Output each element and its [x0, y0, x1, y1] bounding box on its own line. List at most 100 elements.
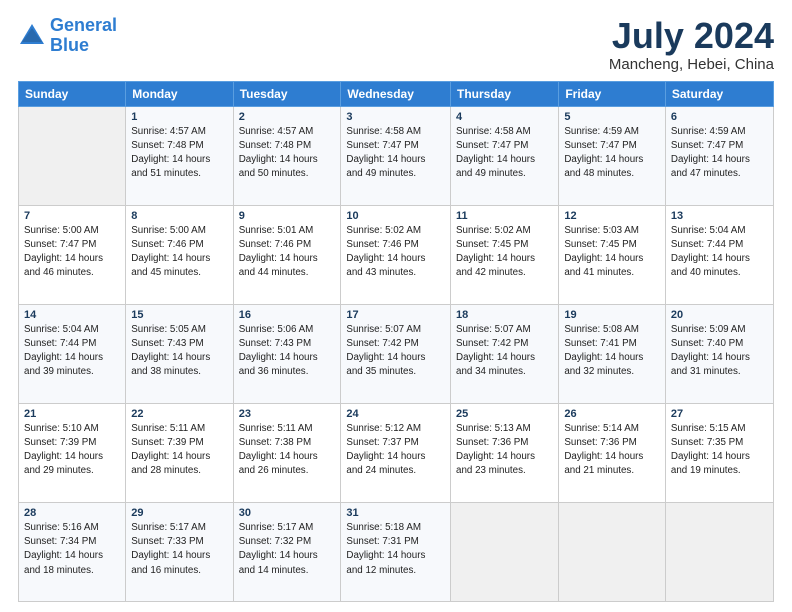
calendar-cell: 8 Sunrise: 5:00 AM Sunset: 7:46 PM Daylig… — [126, 205, 233, 304]
day-info: Sunrise: 5:07 AM Sunset: 7:42 PM Dayligh… — [456, 323, 553, 380]
weekday-header-thursday: Thursday — [451, 81, 559, 106]
day-number: 31 — [346, 507, 445, 519]
day-number: 19 — [564, 309, 660, 321]
day-number: 10 — [346, 210, 445, 222]
calendar-cell: 10Sunrise: 5:02 AM Sunset: 7:46 PM Dayli… — [341, 205, 451, 304]
calendar-cell: 22 Sunrise: 5:11 AM Sunset: 7:39 PM Dayli… — [126, 403, 233, 502]
calendar-table: SundayMondayTuesdayWednesdayThursdayFrid… — [18, 81, 774, 602]
day-info: Sunrise: 5:13 AM Sunset: 7:36 PM Dayligh… — [456, 422, 553, 479]
day-number: 5 — [564, 111, 660, 123]
day-info: Sunrise: 5:07 AM Sunset: 7:42 PM Dayligh… — [346, 323, 445, 380]
day-number: 7 — [24, 210, 120, 222]
day-info: Sunrise: 5:05 AM Sunset: 7:43 PM Dayligh… — [131, 323, 227, 380]
day-number: 25 — [456, 408, 553, 420]
day-info: Sunrise: 5:04 AM Sunset: 7:44 PM Dayligh… — [24, 323, 120, 380]
calendar-cell: 15 Sunrise: 5:05 AM Sunset: 7:43 PM Dayli… — [126, 304, 233, 403]
day-number: 28 — [24, 507, 120, 519]
calendar-cell — [559, 502, 666, 601]
weekday-header-wednesday: Wednesday — [341, 81, 451, 106]
day-number: 3 — [346, 111, 445, 123]
day-number: 17 — [346, 309, 445, 321]
logo-text: General Blue — [50, 16, 117, 56]
calendar-cell: 17 Sunrise: 5:07 AM Sunset: 7:42 PM Dayli… — [341, 304, 451, 403]
calendar-cell: 6Sunrise: 4:59 AM Sunset: 7:47 PM Daylig… — [665, 106, 773, 205]
day-number: 14 — [24, 309, 120, 321]
day-info: Sunrise: 5:04 AM Sunset: 7:44 PM Dayligh… — [671, 224, 768, 281]
day-number: 8 — [131, 210, 227, 222]
day-info: Sunrise: 5:09 AM Sunset: 7:40 PM Dayligh… — [671, 323, 768, 380]
day-number: 12 — [564, 210, 660, 222]
day-info: Sunrise: 5:16 AM Sunset: 7:34 PM Dayligh… — [24, 521, 120, 578]
calendar-cell: 3 Sunrise: 4:58 AM Sunset: 7:47 PM Daylig… — [341, 106, 451, 205]
day-info: Sunrise: 5:10 AM Sunset: 7:39 PM Dayligh… — [24, 422, 120, 479]
day-info: Sunrise: 5:11 AM Sunset: 7:38 PM Dayligh… — [239, 422, 336, 479]
calendar-cell: 5 Sunrise: 4:59 AM Sunset: 7:47 PM Daylig… — [559, 106, 666, 205]
calendar-cell: 14 Sunrise: 5:04 AM Sunset: 7:44 PM Dayli… — [19, 304, 126, 403]
day-info: Sunrise: 5:01 AM Sunset: 7:46 PM Dayligh… — [239, 224, 336, 281]
calendar-cell: 4 Sunrise: 4:58 AM Sunset: 7:47 PM Daylig… — [451, 106, 559, 205]
day-info: Sunrise: 5:03 AM Sunset: 7:45 PM Dayligh… — [564, 224, 660, 281]
page: General Blue July 2024 Mancheng, Hebei, … — [0, 0, 792, 612]
day-info: Sunrise: 4:57 AM Sunset: 7:48 PM Dayligh… — [239, 125, 336, 182]
weekday-header-sunday: Sunday — [19, 81, 126, 106]
day-number: 22 — [131, 408, 227, 420]
calendar-cell — [665, 502, 773, 601]
logo-icon — [18, 22, 46, 50]
calendar-cell: 20 Sunrise: 5:09 AM Sunset: 7:40 PM Dayli… — [665, 304, 773, 403]
calendar-cell: 19 Sunrise: 5:08 AM Sunset: 7:41 PM Dayli… — [559, 304, 666, 403]
calendar-cell — [451, 502, 559, 601]
day-number: 4 — [456, 111, 553, 123]
calendar-cell — [19, 106, 126, 205]
header: General Blue July 2024 Mancheng, Hebei, … — [18, 16, 774, 73]
calendar-cell: 11 Sunrise: 5:02 AM Sunset: 7:45 PM Dayli… — [451, 205, 559, 304]
main-title: July 2024 — [609, 16, 774, 56]
calendar-cell: 12 Sunrise: 5:03 AM Sunset: 7:45 PM Dayli… — [559, 205, 666, 304]
day-info: Sunrise: 4:58 AM Sunset: 7:47 PM Dayligh… — [346, 125, 445, 182]
day-number: 23 — [239, 408, 336, 420]
day-info: Sunrise: 5:00 AM Sunset: 7:46 PM Dayligh… — [131, 224, 227, 281]
day-info: Sunrise: 5:00 AM Sunset: 7:47 PM Dayligh… — [24, 224, 120, 281]
day-number: 26 — [564, 408, 660, 420]
day-info: Sunrise: 5:06 AM Sunset: 7:43 PM Dayligh… — [239, 323, 336, 380]
day-number: 15 — [131, 309, 227, 321]
subtitle: Mancheng, Hebei, China — [609, 56, 774, 73]
day-info: Sunrise: 4:59 AM Sunset: 7:47 PM Dayligh… — [564, 125, 660, 182]
day-number: 16 — [239, 309, 336, 321]
calendar-cell: 23 Sunrise: 5:11 AM Sunset: 7:38 PM Dayli… — [233, 403, 341, 502]
calendar-cell: 29 Sunrise: 5:17 AM Sunset: 7:33 PM Dayli… — [126, 502, 233, 601]
day-number: 24 — [346, 408, 445, 420]
day-info: Sunrise: 5:15 AM Sunset: 7:35 PM Dayligh… — [671, 422, 768, 479]
day-number: 29 — [131, 507, 227, 519]
day-number: 2 — [239, 111, 336, 123]
calendar-cell: 31Sunrise: 5:18 AM Sunset: 7:31 PM Dayli… — [341, 502, 451, 601]
calendar-cell: 9Sunrise: 5:01 AM Sunset: 7:46 PM Daylig… — [233, 205, 341, 304]
day-number: 20 — [671, 309, 768, 321]
day-info: Sunrise: 4:57 AM Sunset: 7:48 PM Dayligh… — [131, 125, 227, 182]
day-number: 27 — [671, 408, 768, 420]
weekday-header-tuesday: Tuesday — [233, 81, 341, 106]
day-number: 30 — [239, 507, 336, 519]
title-block: July 2024 Mancheng, Hebei, China — [609, 16, 774, 73]
day-number: 18 — [456, 309, 553, 321]
day-info: Sunrise: 5:14 AM Sunset: 7:36 PM Dayligh… — [564, 422, 660, 479]
day-info: Sunrise: 4:58 AM Sunset: 7:47 PM Dayligh… — [456, 125, 553, 182]
day-number: 21 — [24, 408, 120, 420]
calendar-cell: 21 Sunrise: 5:10 AM Sunset: 7:39 PM Dayli… — [19, 403, 126, 502]
calendar-cell: 13Sunrise: 5:04 AM Sunset: 7:44 PM Dayli… — [665, 205, 773, 304]
day-number: 1 — [131, 111, 227, 123]
day-info: Sunrise: 5:02 AM Sunset: 7:45 PM Dayligh… — [456, 224, 553, 281]
day-info: Sunrise: 5:17 AM Sunset: 7:32 PM Dayligh… — [239, 521, 336, 578]
logo-line1: General — [50, 15, 117, 35]
calendar-cell: 1 Sunrise: 4:57 AM Sunset: 7:48 PM Daylig… — [126, 106, 233, 205]
weekday-header-monday: Monday — [126, 81, 233, 106]
calendar-cell: 28 Sunrise: 5:16 AM Sunset: 7:34 PM Dayli… — [19, 502, 126, 601]
day-info: Sunrise: 5:08 AM Sunset: 7:41 PM Dayligh… — [564, 323, 660, 380]
calendar-cell: 7 Sunrise: 5:00 AM Sunset: 7:47 PM Daylig… — [19, 205, 126, 304]
day-info: Sunrise: 4:59 AM Sunset: 7:47 PM Dayligh… — [671, 125, 768, 182]
day-number: 11 — [456, 210, 553, 222]
logo: General Blue — [18, 16, 117, 56]
calendar-cell: 18 Sunrise: 5:07 AM Sunset: 7:42 PM Dayli… — [451, 304, 559, 403]
day-info: Sunrise: 5:17 AM Sunset: 7:33 PM Dayligh… — [131, 521, 227, 578]
day-info: Sunrise: 5:11 AM Sunset: 7:39 PM Dayligh… — [131, 422, 227, 479]
day-info: Sunrise: 5:12 AM Sunset: 7:37 PM Dayligh… — [346, 422, 445, 479]
